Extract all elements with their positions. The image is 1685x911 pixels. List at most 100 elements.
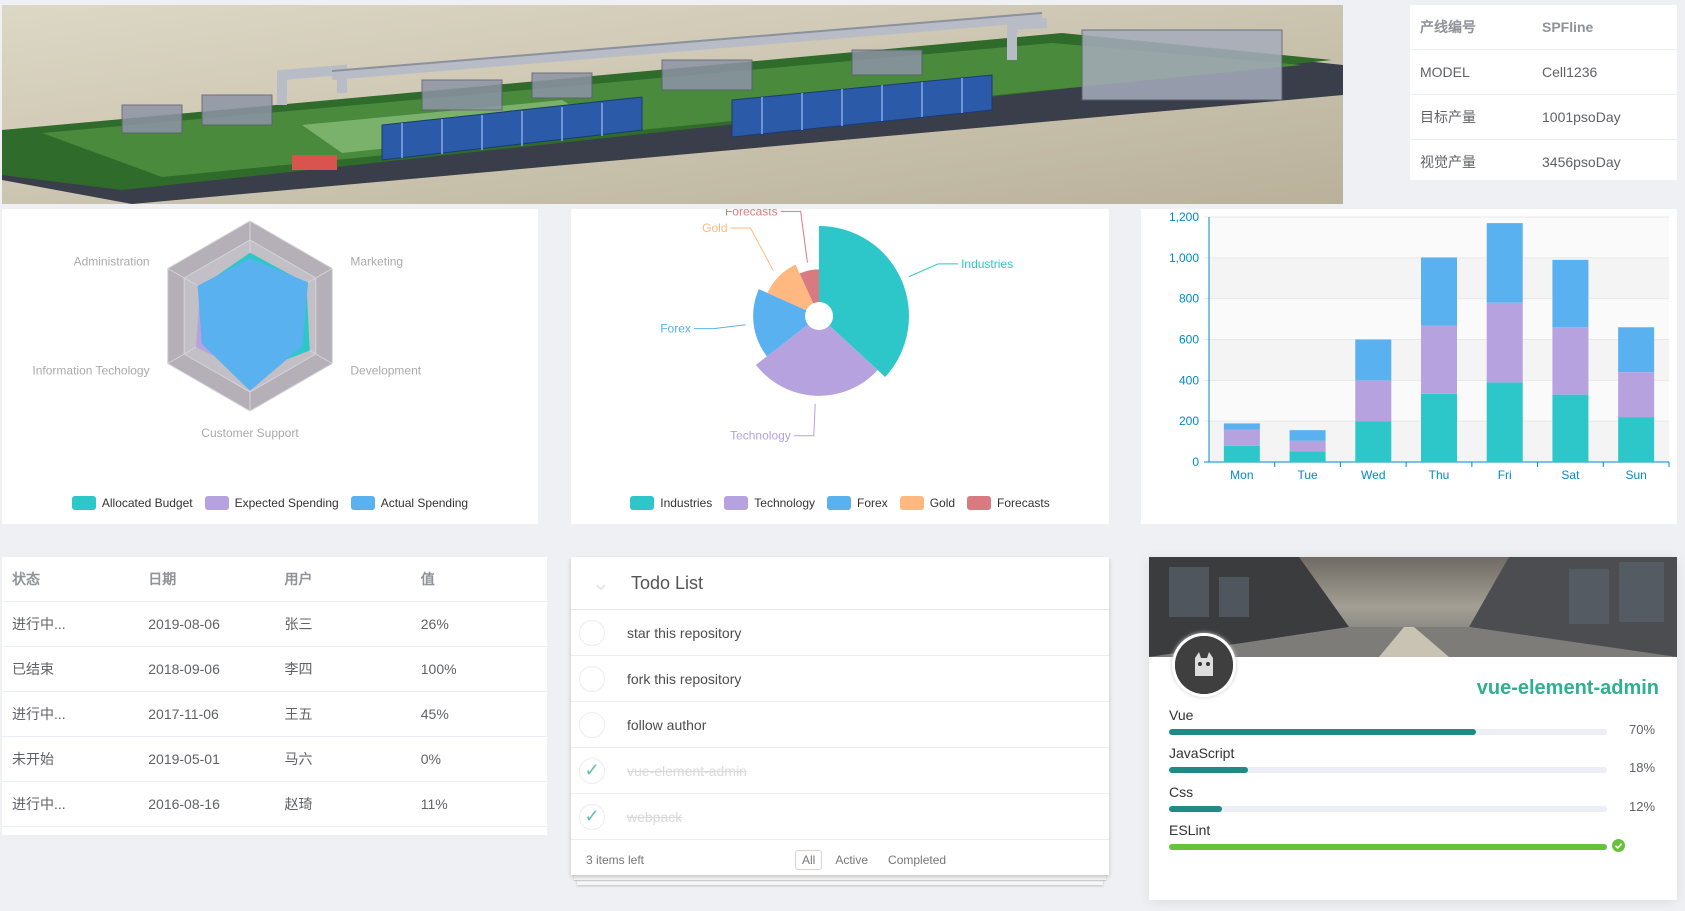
bar-segment [1421,257,1457,326]
skill-progress-fill [1169,729,1476,735]
skill-eslint: ESLint [1169,822,1659,852]
stacked-bar-chart: 0 200 400 600 800 1,000 1,200 Mon Tue Wed Thu Fri Sa… [1169,210,1670,482]
cell-user: 马六 [284,751,313,767]
cell-status: 进行中... [12,796,66,812]
todo-checkbox[interactable] [579,711,605,738]
radar-indicator-label: Customer Support [201,426,299,440]
skill-progress-track [1169,767,1607,773]
y-tick-label: 1,200 [1169,210,1199,224]
bar-segment [1223,429,1260,446]
rose-pie-chart: Industries Technology Forex Gold Forecasts [660,209,1013,443]
skill-percent: 70% [1629,722,1656,737]
legend-label: Industries [660,496,713,510]
avatar[interactable] [1172,633,1236,697]
todo-label[interactable]: fork this repository [627,671,741,687]
todo-item-completed[interactable]: ✓ vue-element-admin [571,748,1109,794]
info-row: 视觉产量 3456psoDay [1410,140,1677,184]
cell-value: 45% [420,706,449,722]
todo-checkbox[interactable] [579,665,605,692]
legend-item-gold[interactable]: Gold [899,496,955,510]
cell-user: 李四 [284,661,313,677]
skill-percent: 12% [1629,799,1656,814]
x-tick-label: Thu [1429,468,1450,482]
legend-label: Expected Spending [234,496,339,510]
skill-javascript: JavaScript 18% [1169,745,1659,775]
legend-item-allocated-budget[interactable]: Allocated Budget [71,496,193,510]
x-tick-label: Wed [1361,468,1385,482]
y-tick-label: 400 [1179,373,1199,387]
todo-label[interactable]: webpack [627,809,682,825]
skill-name: ESLint [1169,822,1211,838]
legend-item-forex[interactable]: Forex [827,496,888,510]
legend-item-industries[interactable]: Industries [630,496,712,510]
pie-slice-label: Gold [702,221,727,235]
cell-user: 王五 [284,706,313,722]
cell-date: 2019-05-01 [148,751,220,767]
cell-status: 已结束 [12,661,54,677]
todo-item[interactable]: star this repository [571,610,1109,656]
skill-name: JavaScript [1169,745,1235,761]
pie-label-line [693,324,746,330]
skill-percent: 18% [1629,760,1656,775]
todo-item-completed[interactable]: ✓ webpack [571,794,1109,840]
bar-segment [1421,393,1457,462]
bar-segment [1552,259,1589,328]
header-cell-value: 值 [420,571,435,587]
filter-all[interactable]: All [795,850,823,870]
bar-segment [1421,325,1457,394]
radar-chart-card: SalesMarketingDevelopmentCustomer Suppor… [2,209,538,524]
pie-slice-label: Technology [730,429,791,443]
todo-checkbox[interactable] [579,619,605,646]
skill-css: Css 12% [1169,784,1659,814]
legend-item-forecasts[interactable]: Forecasts [967,496,1050,510]
filter-completed[interactable]: Completed [881,850,953,870]
todo-label[interactable]: star this repository [627,625,741,641]
legend-label: Actual Spending [380,496,469,510]
skill-vue: Vue 70% [1169,707,1659,737]
grid-band [1209,217,1669,258]
skill-progress-fill [1169,806,1222,812]
legend-item-expected-spending[interactable]: Expected Spending [204,496,339,510]
x-tick-label: Tue [1297,468,1318,482]
pie-chart-card: Industries Technology Forex Gold Forecasts I… [571,209,1109,524]
todo-checkbox-checked[interactable]: ✓ [579,803,605,830]
todo-filters: All Active Completed [795,850,953,870]
bar-segment [1618,372,1655,418]
cell-value: 0% [420,751,441,767]
todo-item[interactable]: fork this repository [571,656,1109,702]
x-tick-label: Sun [1625,468,1646,482]
info-label: 产线编号 [1420,19,1476,35]
legend-label: Forex [857,496,888,510]
bar-chart-card: 0 200 400 600 800 1,000 1,200 Mon Tue Wed Thu Fri Sa… [1141,209,1677,524]
toggle-all-chevron-icon[interactable]: ⌄ [571,570,631,596]
table-row: 进行中... 2016-08-16 赵琦 11% [2,782,547,827]
cell-date: 2019-08-06 [148,616,220,632]
legend-item-actual-spending[interactable]: Actual Spending [350,496,469,510]
bar-segment [1355,380,1392,422]
status-table: 状态 日期 用户 值 进行中... 2019-08-06 张三 26% 已结束 … [2,557,547,835]
todo-label[interactable]: vue-element-admin [627,763,747,779]
y-tick-label: 0 [1192,455,1199,469]
skill-progress-fill [1169,767,1248,773]
todo-footer: 3 items left All Active Completed [571,840,1109,880]
skill-progress-track [1169,844,1607,850]
bar-segment [1552,327,1589,395]
todo-label[interactable]: follow author [627,717,706,733]
pie-slice-label: Forecasts [725,209,778,218]
todo-item[interactable]: follow author [571,702,1109,748]
factory-layout-image [2,5,1343,204]
todo-checkbox-checked[interactable]: ✓ [579,757,605,784]
pie-label-line [780,210,808,263]
pie-label-line [793,403,816,437]
bar-segment [1552,394,1589,462]
radar-indicator-label: Development [350,364,421,378]
cell-status: 未开始 [12,751,54,767]
radar-indicator-label: Marketing [350,255,403,269]
check-icon: ✓ [584,760,600,780]
table-row: 已结束 2018-09-06 李四 100% [2,647,547,692]
skill-name: Css [1169,784,1194,800]
legend-item-technology[interactable]: Technology [724,496,815,510]
cell-status: 进行中... [12,616,66,632]
filter-active[interactable]: Active [828,850,875,870]
bar-segment [1289,451,1326,462]
